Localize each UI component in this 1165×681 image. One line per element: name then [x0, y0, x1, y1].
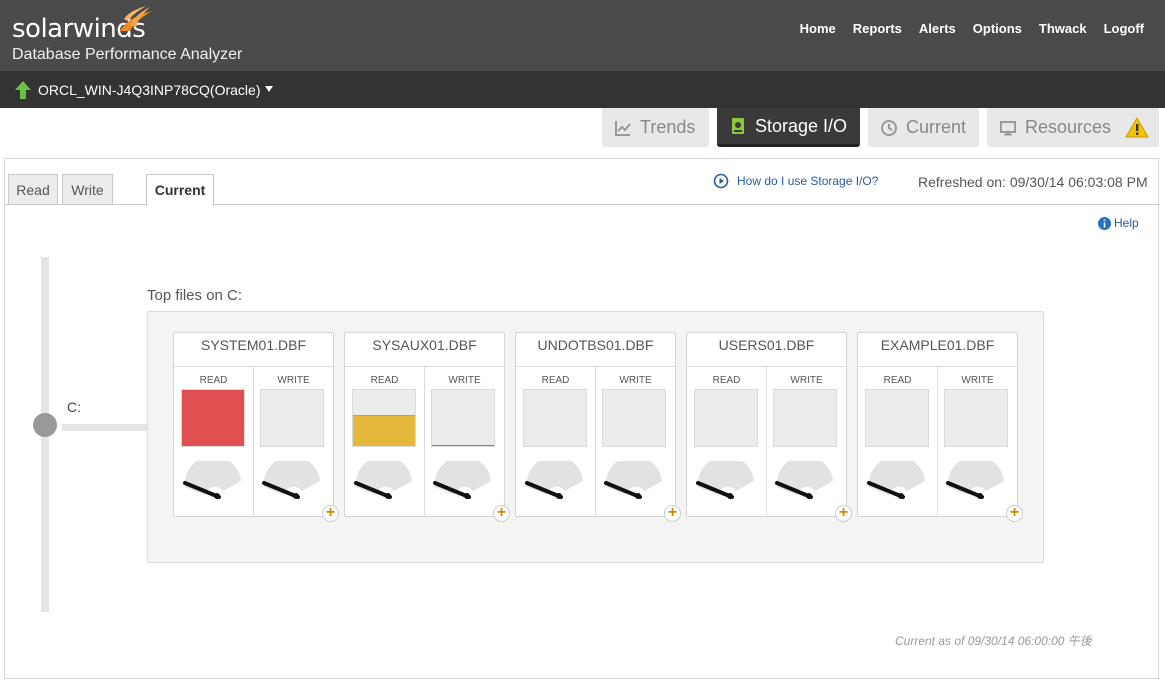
top-nav: Home Reports Alerts Options Thwack Logof…: [800, 21, 1144, 36]
nav-thwack[interactable]: Thwack: [1039, 21, 1087, 36]
nav-logoff[interactable]: Logoff: [1104, 21, 1144, 36]
info-icon: [1098, 216, 1111, 230]
read-gauge: [696, 461, 754, 499]
write-gauge: [946, 461, 1004, 499]
file-card[interactable]: SYSTEM01.DBF READ WRITE +: [173, 332, 339, 522]
write-meter: [602, 389, 666, 447]
clock-icon: [881, 119, 897, 136]
write-gauge: [604, 461, 662, 499]
top-files-title: Top files on C:: [147, 287, 243, 304]
howto-link[interactable]: How do I use Storage I/O?: [713, 173, 878, 189]
write-label: WRITE: [448, 375, 481, 386]
read-gauge: [183, 461, 241, 499]
write-label: WRITE: [619, 375, 652, 386]
tab-current[interactable]: Current: [868, 108, 979, 147]
card-divider: [424, 367, 425, 517]
read-meter-fill: [353, 415, 415, 446]
file-name: SYSAUX01.DBF: [345, 333, 504, 367]
help-link[interactable]: Help: [1098, 216, 1139, 230]
read-gauge: [867, 461, 925, 499]
app-name: Database Performance Analyzer: [12, 46, 243, 63]
chevron-down-icon[interactable]: [265, 86, 273, 92]
expand-plus-icon[interactable]: +: [493, 505, 510, 522]
current-as-timestamp: Current as of 09/30/14 06:00:00 午後: [895, 634, 1092, 648]
subtab-read[interactable]: Read: [8, 174, 58, 205]
write-gauge: [433, 461, 491, 499]
howto-link-label: How do I use Storage I/O?: [737, 174, 879, 188]
read-meter: [352, 389, 416, 447]
read-label: READ: [541, 375, 570, 386]
nav-reports[interactable]: Reports: [853, 21, 902, 36]
tab-storage-io-label: Storage I/O: [755, 115, 848, 136]
nav-home[interactable]: Home: [800, 21, 836, 36]
file-name: SYSTEM01.DBF: [174, 333, 333, 367]
tab-storage-io[interactable]: Storage I/O: [717, 108, 860, 147]
monitor-icon: [1000, 120, 1016, 135]
read-meter: [694, 389, 758, 447]
tree-branch: [62, 424, 148, 431]
read-meter: [181, 389, 245, 447]
read-gauge: [354, 461, 412, 499]
write-meter: [944, 389, 1008, 447]
card-divider: [253, 367, 254, 517]
card-divider: [766, 367, 767, 517]
file-card[interactable]: EXAMPLE01.DBF READ WRITE +: [857, 332, 1023, 522]
file-card[interactable]: USERS01.DBF READ WRITE +: [686, 332, 852, 522]
help-link-label: Help: [1114, 216, 1139, 230]
write-gauge: [775, 461, 833, 499]
refreshed-timestamp: Refreshed on: 09/30/14 06:03:08 PM: [918, 174, 1148, 190]
expand-plus-icon[interactable]: +: [322, 505, 339, 522]
expand-plus-icon[interactable]: +: [664, 505, 681, 522]
read-label: READ: [370, 375, 399, 386]
file-name: UNDOTBS01.DBF: [516, 333, 675, 367]
read-label: READ: [199, 375, 228, 386]
expand-plus-icon[interactable]: +: [835, 505, 852, 522]
drive-label: C:: [67, 399, 81, 415]
write-meter: [431, 389, 495, 447]
storage-disk-icon: [732, 118, 744, 134]
tab-resources-label: Resources: [1025, 117, 1112, 137]
warning-icon: [1125, 117, 1149, 138]
line-chart-icon: [615, 120, 631, 136]
read-gauge: [525, 461, 583, 499]
server-selector[interactable]: ORCL_WIN-J4Q3INP78CQ(Oracle): [38, 82, 261, 98]
write-meter-fill: [432, 444, 494, 446]
tab-trends[interactable]: Trends: [602, 108, 709, 147]
expand-plus-icon[interactable]: +: [1006, 505, 1023, 522]
file-card[interactable]: SYSAUX01.DBF READ WRITE +: [344, 332, 510, 522]
read-label: READ: [712, 375, 741, 386]
card-divider: [937, 367, 938, 517]
nav-options[interactable]: Options: [973, 21, 1022, 36]
write-label: WRITE: [961, 375, 994, 386]
read-label: READ: [883, 375, 912, 386]
write-label: WRITE: [790, 375, 823, 386]
file-card[interactable]: UNDOTBS01.DBF READ WRITE +: [515, 332, 681, 522]
file-name: USERS01.DBF: [687, 333, 846, 367]
drive-node[interactable]: [33, 413, 57, 437]
write-gauge: [262, 461, 320, 499]
read-meter: [523, 389, 587, 447]
file-name: EXAMPLE01.DBF: [858, 333, 1017, 367]
write-label: WRITE: [277, 375, 310, 386]
read-meter-fill: [182, 390, 244, 446]
read-meter: [865, 389, 929, 447]
tab-resources[interactable]: Resources: [987, 108, 1159, 147]
tab-trends-label: Trends: [640, 117, 696, 137]
server-status-up-icon: [15, 81, 31, 99]
write-meter: [773, 389, 837, 447]
subtab-current[interactable]: Current: [146, 174, 214, 206]
solarwinds-flame-icon: [120, 6, 152, 31]
card-divider: [595, 367, 596, 517]
nav-alerts[interactable]: Alerts: [919, 21, 956, 36]
server-bar: ORCL_WIN-J4Q3INP78CQ(Oracle): [0, 71, 1165, 108]
subtab-write[interactable]: Write: [62, 174, 113, 205]
tab-current-label: Current: [906, 117, 967, 137]
app-header: solarwinds Database Performance Analyzer…: [0, 0, 1165, 71]
play-circle-icon: [713, 173, 729, 189]
write-meter: [260, 389, 324, 447]
